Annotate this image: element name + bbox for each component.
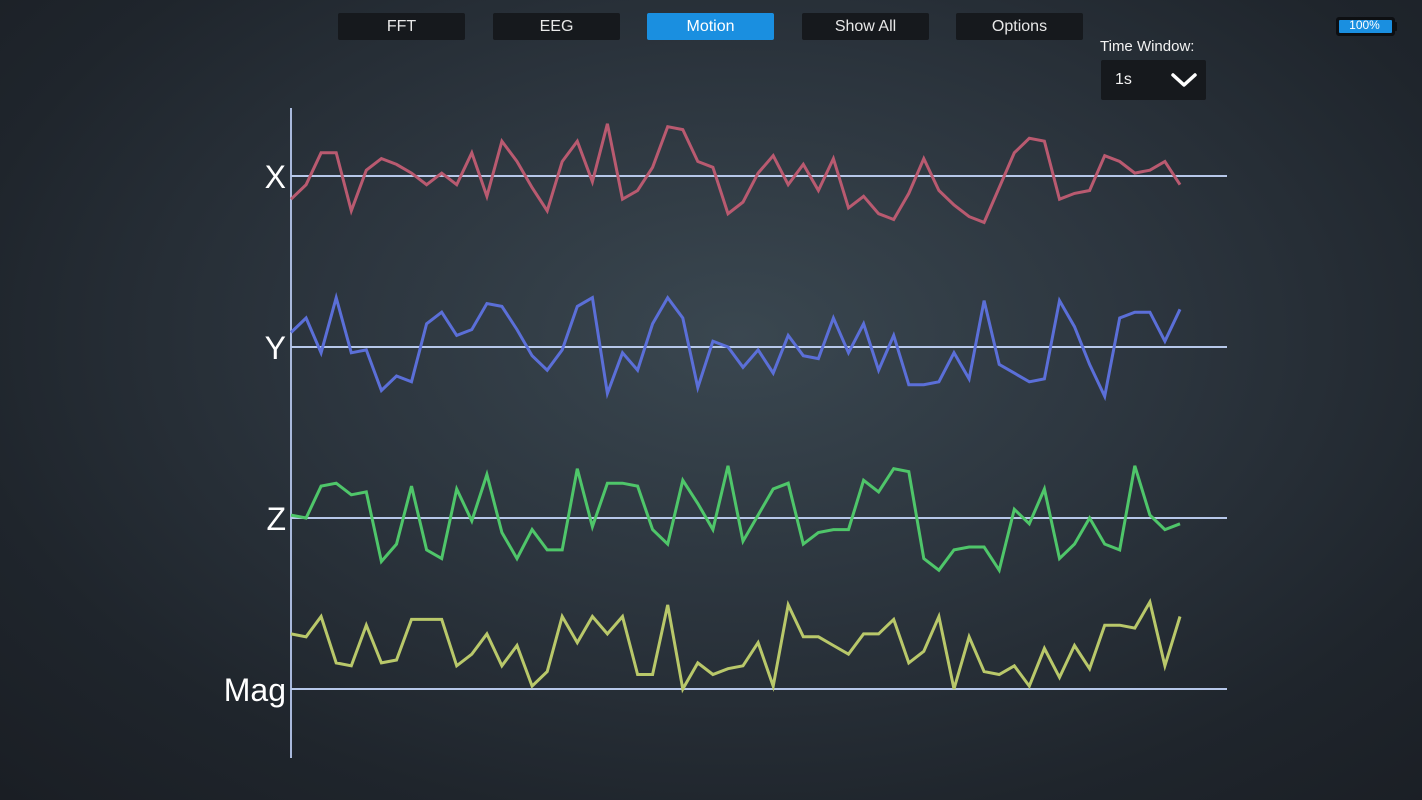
tab-eeg[interactable]: EEG xyxy=(493,13,620,40)
channel-label-x: X xyxy=(265,159,286,195)
channel-label-y: Y xyxy=(265,330,286,366)
motion-chart: X Y Z Mag xyxy=(224,108,1227,758)
channel-mag: Mag xyxy=(224,597,1227,708)
battery-tip xyxy=(1394,22,1397,31)
channel-z: Z xyxy=(266,465,1227,574)
channel-x: X xyxy=(265,123,1227,225)
channel-y: Y xyxy=(265,292,1227,402)
series-line-mag xyxy=(290,597,1182,694)
tab-options[interactable]: Options xyxy=(956,13,1083,40)
channel-label-mag: Mag xyxy=(224,672,286,708)
chevron-down-icon xyxy=(1171,73,1197,87)
time-window-label: Time Window: xyxy=(1100,38,1195,55)
battery-label: 100% xyxy=(1349,18,1380,32)
series-line-x xyxy=(289,123,1182,225)
channel-label-z: Z xyxy=(266,501,286,537)
battery-indicator: 100% xyxy=(1336,17,1397,36)
tab-show-all[interactable]: Show All xyxy=(802,13,929,40)
tab-fft[interactable]: FFT xyxy=(338,13,465,40)
time-window-select[interactable]: 1s xyxy=(1101,60,1206,100)
tab-motion[interactable]: Motion xyxy=(647,13,774,40)
time-window-value: 1s xyxy=(1115,71,1132,88)
